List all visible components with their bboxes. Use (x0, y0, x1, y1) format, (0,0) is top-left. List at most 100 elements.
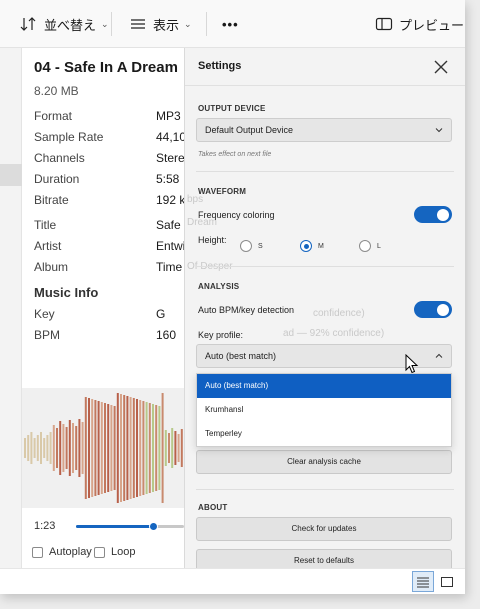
height-radio-s[interactable]: S (240, 240, 263, 252)
auto-bpm-toggle[interactable] (414, 301, 452, 318)
waveform-bar (129, 397, 132, 499)
preview-pane-button[interactable]: プレビュー (375, 12, 464, 36)
property-label: Sample Rate (34, 130, 104, 144)
key-profile-label: Key profile: (198, 330, 244, 340)
waveform-bar (161, 393, 164, 503)
waveform-bar (72, 423, 74, 473)
dropdown-option-temperley[interactable]: Temperley (197, 422, 451, 446)
waveform-bar (152, 404, 154, 492)
property-value: G (156, 307, 166, 321)
waveform-bar (88, 398, 90, 498)
property-value: Entwi (156, 239, 184, 253)
details-view-button[interactable] (412, 571, 434, 592)
property-label: Duration (34, 172, 80, 186)
height-radio-l[interactable]: L (359, 240, 381, 252)
autoplay-label: Autoplay (49, 546, 92, 558)
check-updates-button[interactable]: Check for updates (196, 517, 452, 541)
close-icon[interactable] (432, 58, 450, 76)
app-window: 並べ替え ⌄ 表示 ⌄ ••• プレビュー 04 - Safe In A Dre… (0, 0, 465, 594)
music-info-heading: Music Info (34, 285, 99, 300)
selected-nav-item[interactable] (0, 164, 22, 186)
more-options-button[interactable]: ••• (222, 12, 239, 36)
output-device-select[interactable]: Default Output Device (196, 118, 452, 142)
reset-defaults-button[interactable]: Reset to defaults (196, 549, 452, 568)
waveform-bar (97, 401, 100, 495)
waveform-bar (110, 405, 113, 491)
section-divider (196, 489, 454, 490)
sort-button[interactable]: 並べ替え ⌄ (20, 12, 109, 36)
clear-analysis-cache-button[interactable]: Clear analysis cache (196, 450, 452, 474)
waveform-bar (91, 399, 94, 497)
property-label: Key (34, 307, 55, 321)
property-value: Time (156, 260, 183, 274)
waveform-bar (139, 400, 142, 496)
waveform-bar (100, 402, 103, 494)
chevron-down-icon (435, 128, 443, 133)
navigation-pane (0, 48, 22, 568)
more-icon: ••• (222, 16, 239, 32)
height-label: Height: (198, 235, 227, 245)
property-label: Bitrate (34, 193, 69, 207)
loop-checkbox[interactable]: Loop (94, 546, 135, 558)
tiles-view-button[interactable] (436, 571, 458, 592)
file-size: 8.20 MB (34, 84, 79, 98)
mouse-cursor-icon (405, 354, 419, 374)
chevron-down-icon: ⌄ (101, 18, 109, 29)
waveform-bar (164, 430, 167, 466)
waveform-bar (24, 438, 26, 458)
toolbar-divider (206, 12, 207, 36)
waveform-view[interactable] (22, 388, 184, 508)
view-button[interactable]: 表示 ⌄ (129, 12, 192, 36)
file-title: 04 - Safe In A Dream (34, 59, 178, 76)
waveform-bar (142, 401, 145, 495)
output-device-value: Default Output Device (205, 125, 294, 135)
property-label: Album (34, 260, 69, 274)
property-value: MP3 (156, 109, 181, 123)
waveform-bar (59, 421, 62, 475)
section-divider (196, 266, 454, 267)
radio-label: L (377, 242, 381, 250)
preview-pane-icon (375, 17, 393, 31)
preview-label: プレビュー (399, 17, 465, 33)
property-value: Safe I (156, 218, 184, 232)
radio-label: S (258, 242, 263, 250)
waveform-bar (168, 433, 170, 463)
waveform-bar (116, 393, 119, 503)
section-divider (196, 171, 454, 172)
tiles-view-icon (441, 576, 453, 587)
waveform-bar (36, 435, 39, 461)
waveform-bar (155, 405, 158, 491)
ghost-text: confidence) (313, 308, 365, 319)
waveform-bar (171, 428, 174, 468)
seek-thumb[interactable] (149, 522, 159, 531)
waveform-bar (123, 395, 126, 501)
seek-slider[interactable] (76, 522, 184, 531)
height-radio-m[interactable]: M (300, 240, 324, 252)
waveform-bar (43, 438, 46, 458)
waveform-bar (113, 406, 116, 490)
settings-panel: Dream Of Desper bps confidence) ad — 92%… (184, 48, 465, 568)
waveform-bar (46, 435, 49, 461)
dropdown-option-krumhansl[interactable]: Krumhansl (197, 398, 451, 422)
waveform-heading: WAVEFORM (198, 187, 247, 196)
waveform-bar (107, 404, 110, 492)
property-value: Stere (156, 151, 184, 165)
toggle-knob (437, 303, 449, 316)
waveform-bar (180, 429, 183, 467)
waveform-bar (104, 403, 106, 493)
command-bar: 並べ替え ⌄ 表示 ⌄ ••• プレビュー (0, 0, 465, 48)
analysis-heading: ANALYSIS (198, 282, 240, 291)
property-value: 5:58 (156, 172, 180, 186)
status-bar (0, 568, 465, 594)
autoplay-checkbox[interactable]: Autoplay (32, 546, 92, 558)
waveform-bar (84, 397, 87, 499)
radio-dot (240, 240, 252, 252)
waveform-bar (62, 424, 65, 472)
radio-dot (359, 240, 371, 252)
checkbox-box (32, 546, 43, 558)
key-profile-value: Auto (best match) (205, 351, 277, 361)
property-label: Format (34, 109, 73, 123)
frequency-coloring-toggle[interactable] (414, 206, 452, 223)
output-device-heading: OUTPUT DEVICE (198, 104, 266, 113)
dropdown-option-auto[interactable]: Auto (best match) (197, 374, 451, 398)
